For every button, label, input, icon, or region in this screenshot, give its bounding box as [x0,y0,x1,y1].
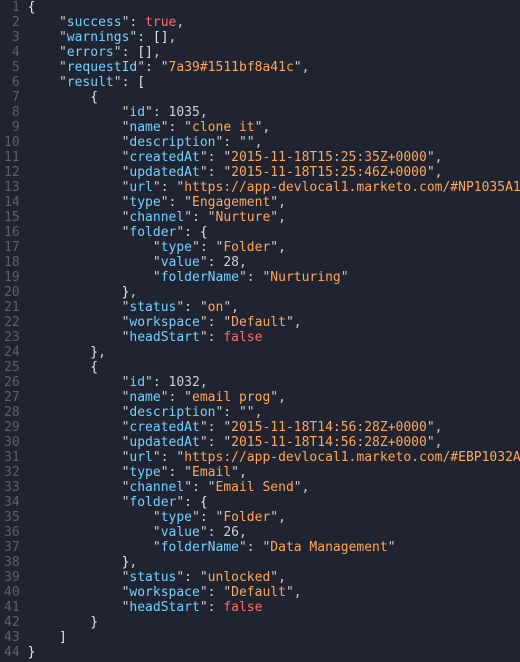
code-line: "success": true, [28,15,520,30]
line-number: 36 [4,525,20,540]
line-number: 43 [4,630,20,645]
line-number: 16 [4,225,20,240]
code-line: { [28,360,520,375]
code-line: "result": [ [28,75,520,90]
line-number: 20 [4,285,20,300]
code-line: "headStart": false [28,330,520,345]
line-number: 8 [4,105,20,120]
code-line: }, [28,555,520,570]
code-line: "requestId": "7a39#1511bf8a41c", [28,60,520,75]
line-number: 17 [4,240,20,255]
code-line: { [28,90,520,105]
code-line: "updatedAt": "2015-11-18T15:25:46Z+0000"… [28,165,520,180]
code-line: "folder": { [28,495,520,510]
line-number: 26 [4,375,20,390]
line-number: 24 [4,345,20,360]
line-number: 11 [4,150,20,165]
code-line: } [28,615,520,630]
code-line: "url": "https://app-devlocal1.marketo.co… [28,180,520,195]
code-line: "value": 26, [28,525,520,540]
code-line: "channel": "Email Send", [28,480,520,495]
line-number: 32 [4,465,20,480]
code-line: "headStart": false [28,600,520,615]
line-number: 31 [4,450,20,465]
line-number: 12 [4,165,20,180]
code-line: "updatedAt": "2015-11-18T14:56:28Z+0000"… [28,435,520,450]
line-number: 2 [4,15,20,30]
line-number-gutter: 1234567891011121314151617181920212223242… [0,0,28,662]
line-number: 40 [4,585,20,600]
line-number: 19 [4,270,20,285]
line-number: 22 [4,315,20,330]
line-number: 28 [4,405,20,420]
code-line: "value": 28, [28,255,520,270]
code-line: "type": "Engagement", [28,195,520,210]
line-number: 39 [4,570,20,585]
line-number: 3 [4,30,20,45]
line-number: 27 [4,390,20,405]
line-number: 41 [4,600,20,615]
code-line: "workspace": "Default", [28,315,520,330]
code-line: "status": "unlocked", [28,570,520,585]
code-line: }, [28,345,520,360]
line-number: 5 [4,60,20,75]
code-line: "id": 1035, [28,105,520,120]
code-line: } [28,645,520,660]
line-number: 21 [4,300,20,315]
line-number: 23 [4,330,20,345]
line-number: 25 [4,360,20,375]
code-line: "createdAt": "2015-11-18T15:25:35Z+0000"… [28,150,520,165]
code-editor: 1234567891011121314151617181920212223242… [0,0,520,662]
code-line: "workspace": "Default", [28,585,520,600]
line-number: 14 [4,195,20,210]
code-line: { [28,0,520,15]
line-number: 33 [4,480,20,495]
line-number: 29 [4,420,20,435]
code-line: "name": "clone it", [28,120,520,135]
line-number: 10 [4,135,20,150]
line-number: 15 [4,210,20,225]
line-number: 13 [4,180,20,195]
line-number: 34 [4,495,20,510]
line-number: 1 [4,0,20,15]
code-line: "url": "https://app-devlocal1.marketo.co… [28,450,520,465]
line-number: 18 [4,255,20,270]
code-line: ] [28,630,520,645]
code-line: "channel": "Nurture", [28,210,520,225]
code-line: }, [28,285,520,300]
code-line: "description": "", [28,135,520,150]
line-number: 44 [4,645,20,660]
code-line: "description": "", [28,405,520,420]
line-number: 6 [4,75,20,90]
code-line: "folder": { [28,225,520,240]
code-line: "errors": [], [28,45,520,60]
code-line: "folderName": "Data Management" [28,540,520,555]
code-line: "warnings": [], [28,30,520,45]
line-number: 37 [4,540,20,555]
line-number: 4 [4,45,20,60]
line-number: 7 [4,90,20,105]
code-line: "name": "email prog", [28,390,520,405]
line-number: 30 [4,435,20,450]
code-line: "type": "Folder", [28,240,520,255]
code-line: "folderName": "Nurturing" [28,270,520,285]
code-line: "id": 1032, [28,375,520,390]
code-area[interactable]: {"success": true,"warnings": [],"errors"… [28,0,520,662]
code-line: "createdAt": "2015-11-18T14:56:28Z+0000"… [28,420,520,435]
code-line: "type": "Folder", [28,510,520,525]
line-number: 42 [4,615,20,630]
line-number: 9 [4,120,20,135]
code-line: "type": "Email", [28,465,520,480]
line-number: 35 [4,510,20,525]
code-line: "status": "on", [28,300,520,315]
line-number: 38 [4,555,20,570]
